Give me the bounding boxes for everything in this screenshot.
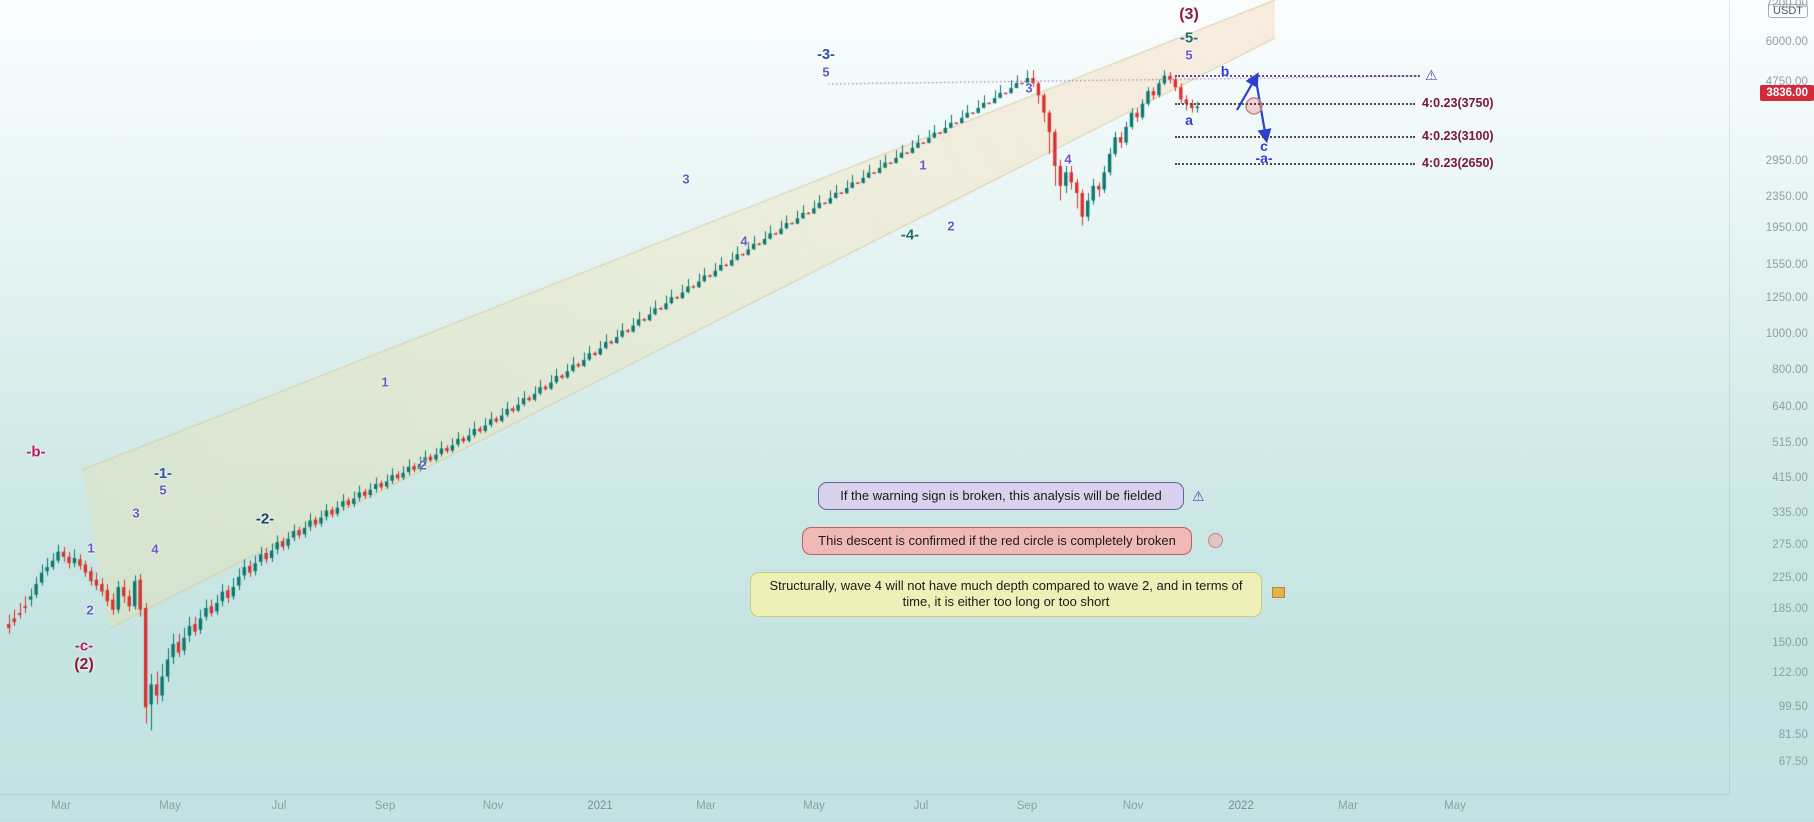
time-tick: Mar: [696, 800, 716, 812]
wave-label-4: -4-: [900, 226, 920, 244]
price-tick: 640.00: [1772, 401, 1808, 413]
time-tick: Nov: [1122, 800, 1144, 812]
warning-level-line[interactable]: [1175, 75, 1420, 77]
time-tick: May: [159, 800, 181, 812]
wave-label-1: 1: [919, 157, 927, 173]
price-tick: 67.50: [1778, 756, 1808, 768]
price-tick: 81.50: [1778, 729, 1808, 741]
price-tick: 1000.00: [1765, 328, 1808, 340]
wave-label-c: -c-: [74, 637, 94, 655]
price-tick: 150.00: [1772, 637, 1808, 649]
wave-label-4: 4: [740, 233, 748, 249]
red-circle-icon[interactable]: [1208, 533, 1223, 548]
last-price-badge: 3836.00: [1760, 85, 1814, 101]
wave-label-1: 1: [87, 540, 95, 556]
note-icon[interactable]: [1272, 587, 1285, 598]
time-tick: Nov: [482, 800, 504, 812]
fib-2650-line[interactable]: [1175, 163, 1415, 165]
time-tick: Mar: [1338, 800, 1358, 812]
fib-3100-label: 4:0.23(3100): [1422, 129, 1494, 143]
descent-note[interactable]: This descent is confirmed if the red cir…: [802, 527, 1192, 556]
wave-label-3: 3: [132, 505, 140, 521]
price-tick: 415.00: [1772, 472, 1808, 484]
price-tick: 275.00: [1772, 539, 1808, 551]
wave-label-5: 5: [159, 482, 167, 498]
time-tick: 2021: [587, 800, 613, 812]
wave-label-5: 5: [822, 64, 830, 80]
wave-label-2: 2: [419, 457, 427, 473]
price-tick: 225.00: [1772, 572, 1808, 584]
fib-3750-line[interactable]: [1175, 103, 1415, 105]
wave-label-2: 2: [947, 218, 955, 234]
wave-label-5: 5: [1185, 47, 1193, 63]
price-tick: 1950.00: [1765, 222, 1808, 234]
wave-label-5: -5-: [1179, 29, 1199, 47]
wave-label-3: 3: [1025, 80, 1033, 96]
time-tick: Sep: [374, 800, 396, 812]
time-scale[interactable]: Mar May Jul Sep Nov 2021 Mar May Jul Sep Nov 2022 Ma…: [0, 794, 1730, 822]
time-tick: Jul: [271, 800, 287, 812]
price-tick: 7200.00: [1765, 0, 1808, 10]
price-tick: 2950.00: [1765, 155, 1808, 167]
price-tick: 185.00: [1772, 603, 1808, 615]
wave-label-b: -b-: [26, 443, 46, 461]
fib-2650-label: 4:0.23(2650): [1422, 156, 1494, 170]
chart-root[interactable]: 4:0.23(3750) 4:0.23(3100) 4:0.23(2650) ⚠ -b…: [0, 0, 1814, 821]
price-tick: 6000.00: [1765, 36, 1808, 48]
warning-triangle-icon[interactable]: ⚠: [1192, 489, 1205, 503]
price-tick: 800.00: [1772, 364, 1808, 376]
wave-label-4: 4: [1064, 151, 1072, 167]
wave-label-b: b: [1220, 63, 1230, 79]
time-tick: May: [803, 800, 825, 812]
time-tick: Sep: [1016, 800, 1038, 812]
time-tick: May: [1444, 800, 1466, 812]
wave-label-a: -a-: [1255, 150, 1273, 166]
price-tick: 515.00: [1772, 437, 1808, 449]
wave-label-2: (2): [74, 656, 94, 673]
fib-3100-line[interactable]: [1175, 136, 1415, 138]
wave-label-3: 3: [682, 171, 690, 187]
wave-label-3: (3): [1179, 6, 1199, 23]
wave-label-4: 4: [151, 541, 159, 557]
price-chart-canvas[interactable]: [0, 0, 1814, 821]
wave-label-1: -1-: [154, 466, 172, 482]
price-tick: 1550.00: [1765, 259, 1808, 271]
warning-note[interactable]: If the warning sign is broken, this anal…: [818, 482, 1184, 511]
time-tick: Mar: [51, 800, 71, 812]
structure-note[interactable]: Structurally, wave 4 will not have much …: [750, 572, 1262, 617]
wave-label-2: 2: [86, 602, 94, 618]
wave-label-2: -2-: [255, 510, 275, 528]
time-tick: 2022: [1228, 800, 1254, 812]
fib-3750-label: 4:0.23(3750): [1422, 96, 1494, 110]
price-tick: 335.00: [1772, 507, 1808, 519]
price-tick: 2350.00: [1765, 191, 1808, 203]
wave-label-1: 1: [381, 374, 389, 390]
price-tick: 99.50: [1778, 701, 1808, 713]
wave-label-3: -3-: [817, 47, 835, 63]
warning-triangle-icon[interactable]: ⚠: [1425, 68, 1438, 82]
wave-label-a: a: [1185, 112, 1193, 128]
price-scale[interactable]: USDT 7200.00 6000.00 4750.00 2950.00 2350.00…: [1729, 0, 1814, 794]
time-tick: Jul: [913, 800, 929, 812]
price-tick: 1250.00: [1765, 292, 1808, 304]
price-tick: 122.00: [1772, 667, 1808, 679]
